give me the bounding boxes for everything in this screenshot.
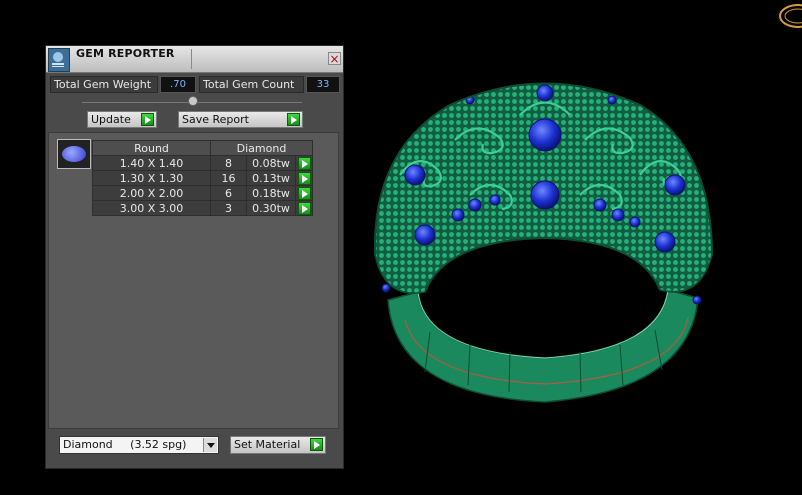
gem-size: 3.00 X 3.00	[92, 200, 211, 216]
close-button[interactable]: ×	[328, 52, 341, 65]
title-bar[interactable]: GEM REPORTER ×	[46, 46, 343, 73]
gem-reporter-icon	[48, 48, 70, 72]
material-selected-value: Diamond (3.52 spg)	[63, 438, 187, 451]
gem-count: 16	[210, 170, 247, 186]
total-gem-count-value: 33	[306, 76, 340, 93]
save-report-button[interactable]: Save Report	[178, 111, 303, 128]
gem-weight: 0.18tw	[246, 185, 296, 201]
column-header-shape: Round	[92, 140, 211, 156]
update-label: Update	[91, 113, 131, 126]
play-arrow-icon[interactable]	[297, 186, 311, 200]
table-row[interactable]: 1.40 X 1.40 8 0.08tw	[92, 155, 313, 171]
gem-table: Round Diamond 1.40 X 1.40 8 0.08tw 1.30 …	[92, 140, 313, 216]
play-arrow-icon	[310, 438, 323, 451]
panel-title: GEM REPORTER	[76, 47, 175, 60]
play-arrow-icon	[141, 113, 154, 126]
ring-logo-icon	[779, 4, 802, 28]
update-button[interactable]: Update	[87, 111, 157, 128]
total-gem-weight-label: Total Gem Weight	[50, 76, 158, 93]
gem-count: 6	[210, 185, 247, 201]
total-gem-count-label: Total Gem Count	[199, 76, 304, 93]
round-gem-icon[interactable]	[57, 139, 91, 169]
play-arrow-icon[interactable]	[297, 201, 311, 215]
gem-reporter-panel: GEM REPORTER × Total Gem Weight .70 Tota…	[45, 45, 344, 469]
gem-weight: 0.08tw	[246, 155, 296, 171]
gem-weight: 0.30tw	[246, 200, 296, 216]
total-gem-weight-value: .70	[160, 76, 196, 93]
gem-size: 1.40 X 1.40	[92, 155, 211, 171]
splitter-handle[interactable]	[188, 96, 198, 106]
gem-count: 3	[210, 200, 247, 216]
play-arrow-icon[interactable]	[297, 156, 311, 170]
play-arrow-icon	[287, 113, 300, 126]
gem-size: 1.30 X 1.30	[92, 170, 211, 186]
gem-weight: 0.13tw	[246, 170, 296, 186]
title-separator	[191, 49, 192, 69]
set-material-button[interactable]: Set Material	[230, 436, 326, 454]
column-header-material: Diamond	[210, 140, 313, 156]
play-arrow-icon[interactable]	[297, 171, 311, 185]
table-row[interactable]: 3.00 X 3.00 3 0.30tw	[92, 200, 313, 216]
chevron-down-icon[interactable]	[203, 438, 217, 452]
gem-count: 8	[210, 155, 247, 171]
set-material-label: Set Material	[234, 438, 301, 451]
table-row[interactable]: 2.00 X 2.00 6 0.18tw	[92, 185, 313, 201]
material-select[interactable]: Diamond (3.52 spg)	[59, 436, 219, 454]
save-report-label: Save Report	[182, 113, 249, 126]
table-row[interactable]: 1.30 X 1.30 16 0.13tw	[92, 170, 313, 186]
close-icon: ×	[329, 52, 340, 66]
gem-list-area: Round Diamond 1.40 X 1.40 8 0.08tw 1.30 …	[48, 132, 339, 429]
gem-size: 2.00 X 2.00	[92, 185, 211, 201]
